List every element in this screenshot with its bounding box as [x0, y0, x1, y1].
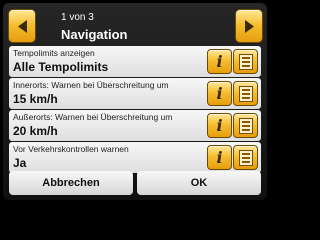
info-icon: i	[216, 116, 223, 135]
list-icon	[239, 54, 253, 70]
list-button[interactable]	[233, 113, 258, 138]
info-icon: i	[216, 148, 223, 167]
arrow-left-icon	[18, 20, 27, 33]
info-button[interactable]: i	[207, 113, 232, 138]
cancel-button[interactable]: Abbrechen	[9, 171, 133, 195]
info-icon: i	[216, 52, 223, 71]
list-button[interactable]	[233, 81, 258, 106]
info-icon: i	[216, 84, 223, 103]
info-button[interactable]: i	[207, 81, 232, 106]
screen: 1 von 3 Navigation Tempolimits anzeigen …	[3, 3, 267, 200]
list-icon	[239, 86, 253, 102]
list-icon	[239, 118, 253, 134]
setting-value: 20 km/h	[13, 124, 58, 138]
setting-row-rural-warning[interactable]: Außerorts: Warnen bei Überschreitung um …	[9, 110, 261, 141]
setting-value: 15 km/h	[13, 92, 58, 106]
setting-label: Tempolimits anzeigen	[13, 48, 95, 58]
setting-label: Außerorts: Warnen bei Überschreitung um	[13, 112, 173, 122]
setting-row-speed-check-warning[interactable]: Vor Verkehrskontrollen warnen Ja i	[9, 142, 261, 173]
info-button[interactable]: i	[207, 145, 232, 170]
ok-button[interactable]: OK	[137, 171, 261, 195]
previous-page-button[interactable]	[8, 9, 36, 43]
setting-value: Ja	[13, 156, 27, 170]
page-title: Navigation	[61, 27, 128, 42]
list-button[interactable]	[233, 145, 258, 170]
arrow-right-icon	[245, 20, 254, 33]
next-page-button[interactable]	[235, 9, 263, 43]
setting-row-urban-warning[interactable]: Innerorts: Warnen bei Überschreitung um …	[9, 78, 261, 109]
setting-row-speed-limits[interactable]: Tempolimits anzeigen Alle Tempolimits i	[9, 46, 261, 77]
setting-label: Innerorts: Warnen bei Überschreitung um	[13, 80, 169, 90]
setting-value: Alle Tempolimits	[13, 60, 109, 74]
setting-label: Vor Verkehrskontrollen warnen	[13, 144, 129, 154]
list-button[interactable]	[233, 49, 258, 74]
info-button[interactable]: i	[207, 49, 232, 74]
page-indicator: 1 von 3	[61, 12, 94, 23]
list-icon	[239, 150, 253, 166]
